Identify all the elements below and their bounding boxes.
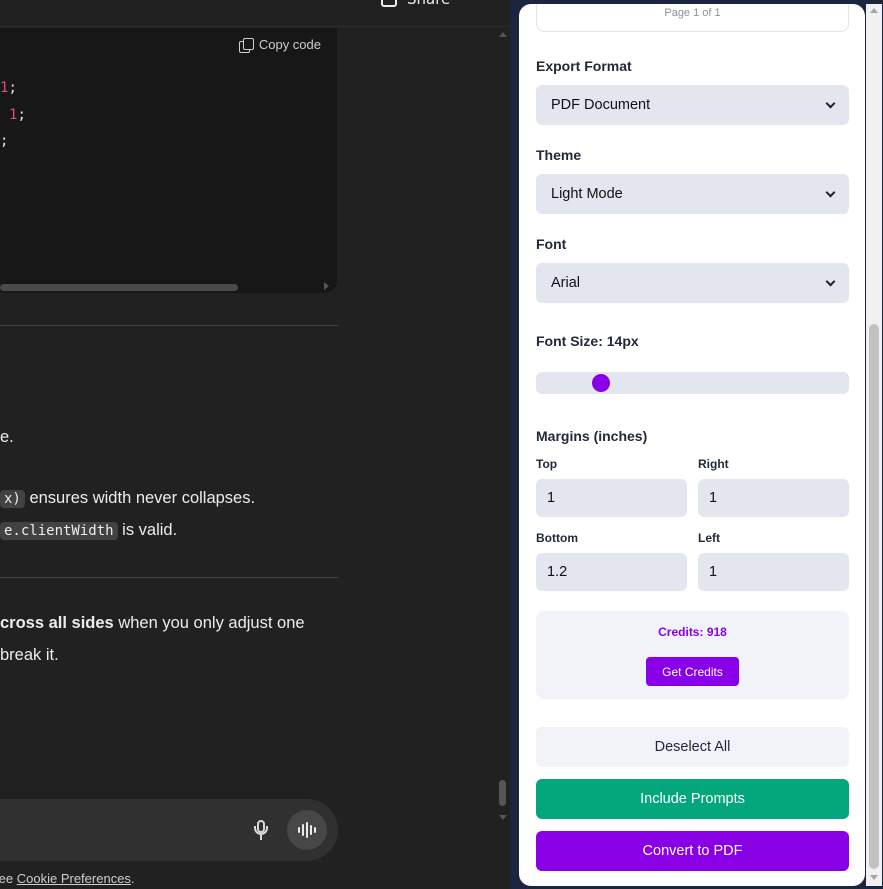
share-icon (381, 0, 397, 7)
scroll-right-arrow-icon[interactable] (324, 282, 329, 290)
chat-scrollbar[interactable] (498, 30, 508, 820)
cookie-footer-note: See Cookie Preferences. (0, 871, 135, 886)
theme-value: Light Mode (551, 186, 623, 202)
share-button[interactable]: Share (381, 0, 450, 8)
inline-code: e.clientWidth (0, 522, 118, 540)
margin-bottom-input[interactable]: 1.2 (536, 553, 687, 591)
code-scroll-thumb[interactable] (0, 284, 238, 291)
voice-mode-button[interactable] (287, 810, 327, 850)
export-format-label: Export Format (536, 58, 632, 74)
scroll-down-arrow-icon[interactable] (499, 815, 507, 820)
credits-box: Credits: 918 Get Credits (536, 611, 849, 699)
margin-bottom-label: Bottom (536, 531, 578, 545)
margin-left-input[interactable]: 1 (698, 553, 849, 591)
code-horizontal-scrollbar[interactable] (0, 284, 318, 291)
font-size-slider-thumb[interactable] (592, 374, 610, 392)
chat-text-line: cross all sides when you only adjust one (0, 614, 305, 632)
code-line-2: 1; (9, 107, 26, 123)
font-value: Arial (551, 275, 581, 291)
scroll-down-arrow-icon[interactable] (870, 875, 878, 880)
inline-code: x) (0, 490, 25, 508)
cookie-preferences-link[interactable]: Cookie Preferences (17, 871, 131, 886)
chat-text-line: x) ensures width never collapses. (0, 489, 255, 508)
scroll-up-arrow-icon[interactable] (499, 32, 507, 37)
theme-select[interactable]: Light Mode (536, 174, 849, 214)
scroll-up-arrow-icon[interactable] (870, 8, 878, 13)
chevron-down-icon (825, 276, 836, 286)
copy-code-button[interactable]: Copy code (238, 37, 321, 53)
font-size-label: Font Size: 14px (536, 333, 639, 349)
chat-area: Share Copy code 1; 1; ; e. x) ensures wi… (0, 0, 510, 889)
deselect-all-button[interactable]: Deselect All (536, 727, 849, 767)
microphone-icon[interactable] (253, 820, 269, 840)
export-format-select[interactable]: PDF Document (536, 85, 849, 125)
margin-top-label: Top (536, 457, 558, 471)
font-select[interactable]: Arial (536, 263, 849, 303)
panel-scrollbar[interactable] (866, 4, 882, 886)
header-divider (0, 26, 510, 27)
chat-text-line: e. (0, 428, 14, 446)
panel-scroll-thumb[interactable] (869, 324, 879, 869)
font-label: Font (536, 236, 567, 252)
divider (0, 577, 338, 578)
chevron-down-icon (825, 98, 836, 108)
margin-right-input[interactable]: 1 (698, 479, 849, 517)
theme-label: Theme (536, 147, 582, 163)
chat-text-line: e.clientWidth is valid. (0, 521, 177, 540)
export-panel: Page 1 of 1 Export Format PDF Document T… (519, 4, 865, 886)
code-line-1: 1; (0, 80, 17, 96)
convert-to-pdf-button[interactable]: Convert to PDF (536, 831, 849, 871)
get-credits-button[interactable]: Get Credits (646, 657, 739, 686)
divider (0, 325, 338, 326)
page-indicator: Page 1 of 1 (536, 4, 849, 32)
margin-left-label: Left (698, 531, 720, 545)
copy-icon (238, 37, 254, 53)
code-block: Copy code 1; 1; ; (0, 28, 337, 293)
margin-right-label: Right (698, 457, 729, 471)
copy-code-label: Copy code (258, 37, 321, 52)
export-format-value: PDF Document (551, 97, 651, 113)
chevron-down-icon (825, 187, 836, 197)
message-composer[interactable] (0, 799, 338, 861)
include-prompts-button[interactable]: Include Prompts (536, 779, 849, 819)
margins-label: Margins (inches) (536, 428, 648, 444)
share-label: Share (407, 0, 450, 8)
margin-top-input[interactable]: 1 (536, 479, 687, 517)
font-size-slider[interactable] (536, 372, 849, 394)
credits-count: Credits: 918 (658, 625, 727, 639)
code-line-3: ; (0, 133, 9, 149)
chat-text-line: break it. (0, 646, 59, 664)
chat-scroll-thumb[interactable] (499, 780, 506, 806)
